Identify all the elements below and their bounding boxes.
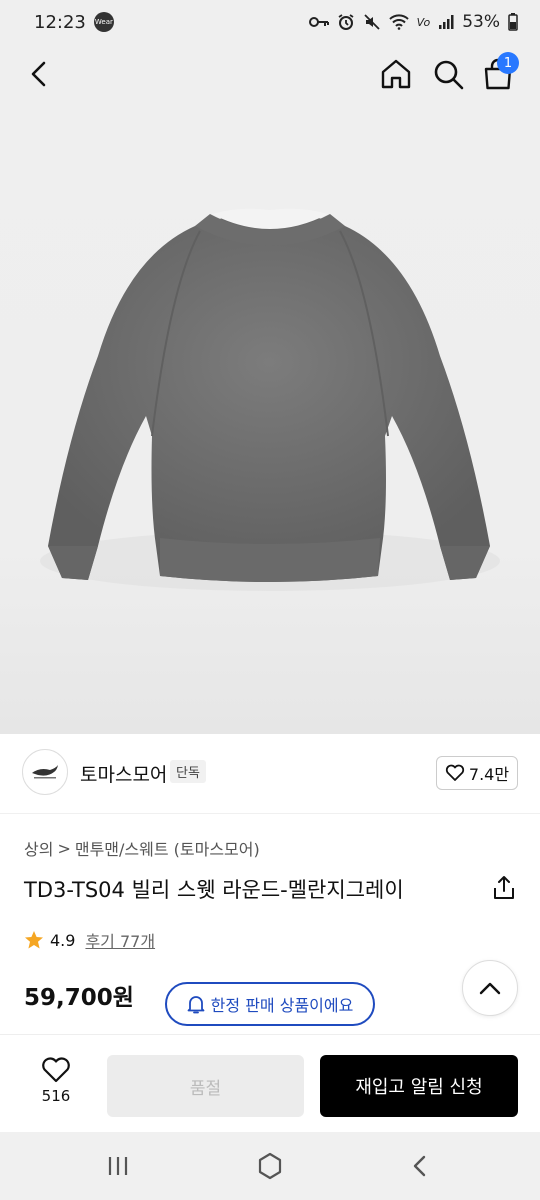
breadcrumb-item-top[interactable]: 상의: [24, 836, 53, 860]
chevron-up-icon: [479, 982, 501, 995]
breadcrumb-item-sweatshirt[interactable]: 맨투맨/스웨트 (토마스모어): [75, 836, 260, 860]
product-image[interactable]: [0, 106, 540, 734]
heart-icon: [445, 764, 465, 781]
rating-row: 4.9 후기 77개: [24, 928, 155, 952]
cart-count-badge: 1: [497, 52, 519, 74]
alarm-icon: [338, 14, 354, 30]
home-icon[interactable]: [378, 56, 414, 92]
back-arrow-icon[interactable]: [24, 58, 56, 90]
restock-alert-button[interactable]: 재입고 알림 신청: [320, 1055, 518, 1117]
heart-outline-icon: [42, 1057, 70, 1083]
rating-score: 4.9: [50, 930, 76, 950]
share-icon[interactable]: [490, 874, 518, 902]
star-icon: [25, 931, 43, 949]
exclusive-badge: 단독: [170, 760, 206, 783]
system-nav-bar: [0, 1132, 540, 1200]
search-icon[interactable]: [430, 56, 466, 92]
review-link[interactable]: 후기 77개: [85, 928, 155, 952]
wishlist-button[interactable]: 516: [28, 1057, 84, 1105]
signal-icon: [439, 15, 454, 29]
status-time: 12:23: [34, 11, 86, 33]
product-price: 59,700원: [24, 985, 134, 1011]
scroll-top-button[interactable]: [462, 960, 518, 1016]
bell-icon: [187, 996, 205, 1014]
recent-apps-icon[interactable]: [106, 1154, 130, 1178]
brand-name[interactable]: 토마스모어: [80, 760, 167, 787]
wear-icon: Wear: [93, 12, 114, 32]
brand-row[interactable]: 토마스모어 단독 7.4만: [0, 734, 540, 814]
brand-logo[interactable]: [22, 749, 68, 795]
battery-icon: [508, 13, 518, 31]
limited-sale-label: 한정 판매 상품이에요: [210, 996, 354, 1015]
breadcrumb: 상의 > 맨투맨/스웨트 (토마스모어): [24, 836, 260, 860]
soldout-button[interactable]: 품절: [107, 1055, 304, 1117]
brand-like-button[interactable]: 7.4만: [436, 756, 518, 790]
breadcrumb-separator: >: [57, 838, 71, 858]
status-icons: Vo 53%: [308, 12, 518, 32]
wifi-icon: [388, 14, 409, 30]
back-nav-icon[interactable]: [410, 1154, 430, 1178]
status-bar: 12:23 Wear Vo 53%: [0, 0, 540, 44]
limited-sale-badge[interactable]: 한정 판매 상품이에요: [165, 982, 375, 1026]
product-title: TD3-TS04 빌리 스웻 라운드-멜란지그레이: [24, 878, 404, 902]
battery-percent: 53%: [462, 12, 500, 32]
key-icon: [308, 17, 329, 27]
sweatshirt-illustration: [40, 208, 500, 591]
home-nav-icon[interactable]: [256, 1152, 284, 1180]
wishlist-count: 516: [41, 1087, 71, 1105]
mute-icon: [363, 14, 380, 30]
purchase-bar: 516 품절 재입고 알림 신청: [0, 1034, 540, 1132]
brand-like-count: 7.4만: [468, 765, 510, 784]
whale-logo-icon: [32, 765, 58, 779]
volte-icon: Vo: [416, 15, 431, 29]
app-header: [0, 44, 540, 106]
